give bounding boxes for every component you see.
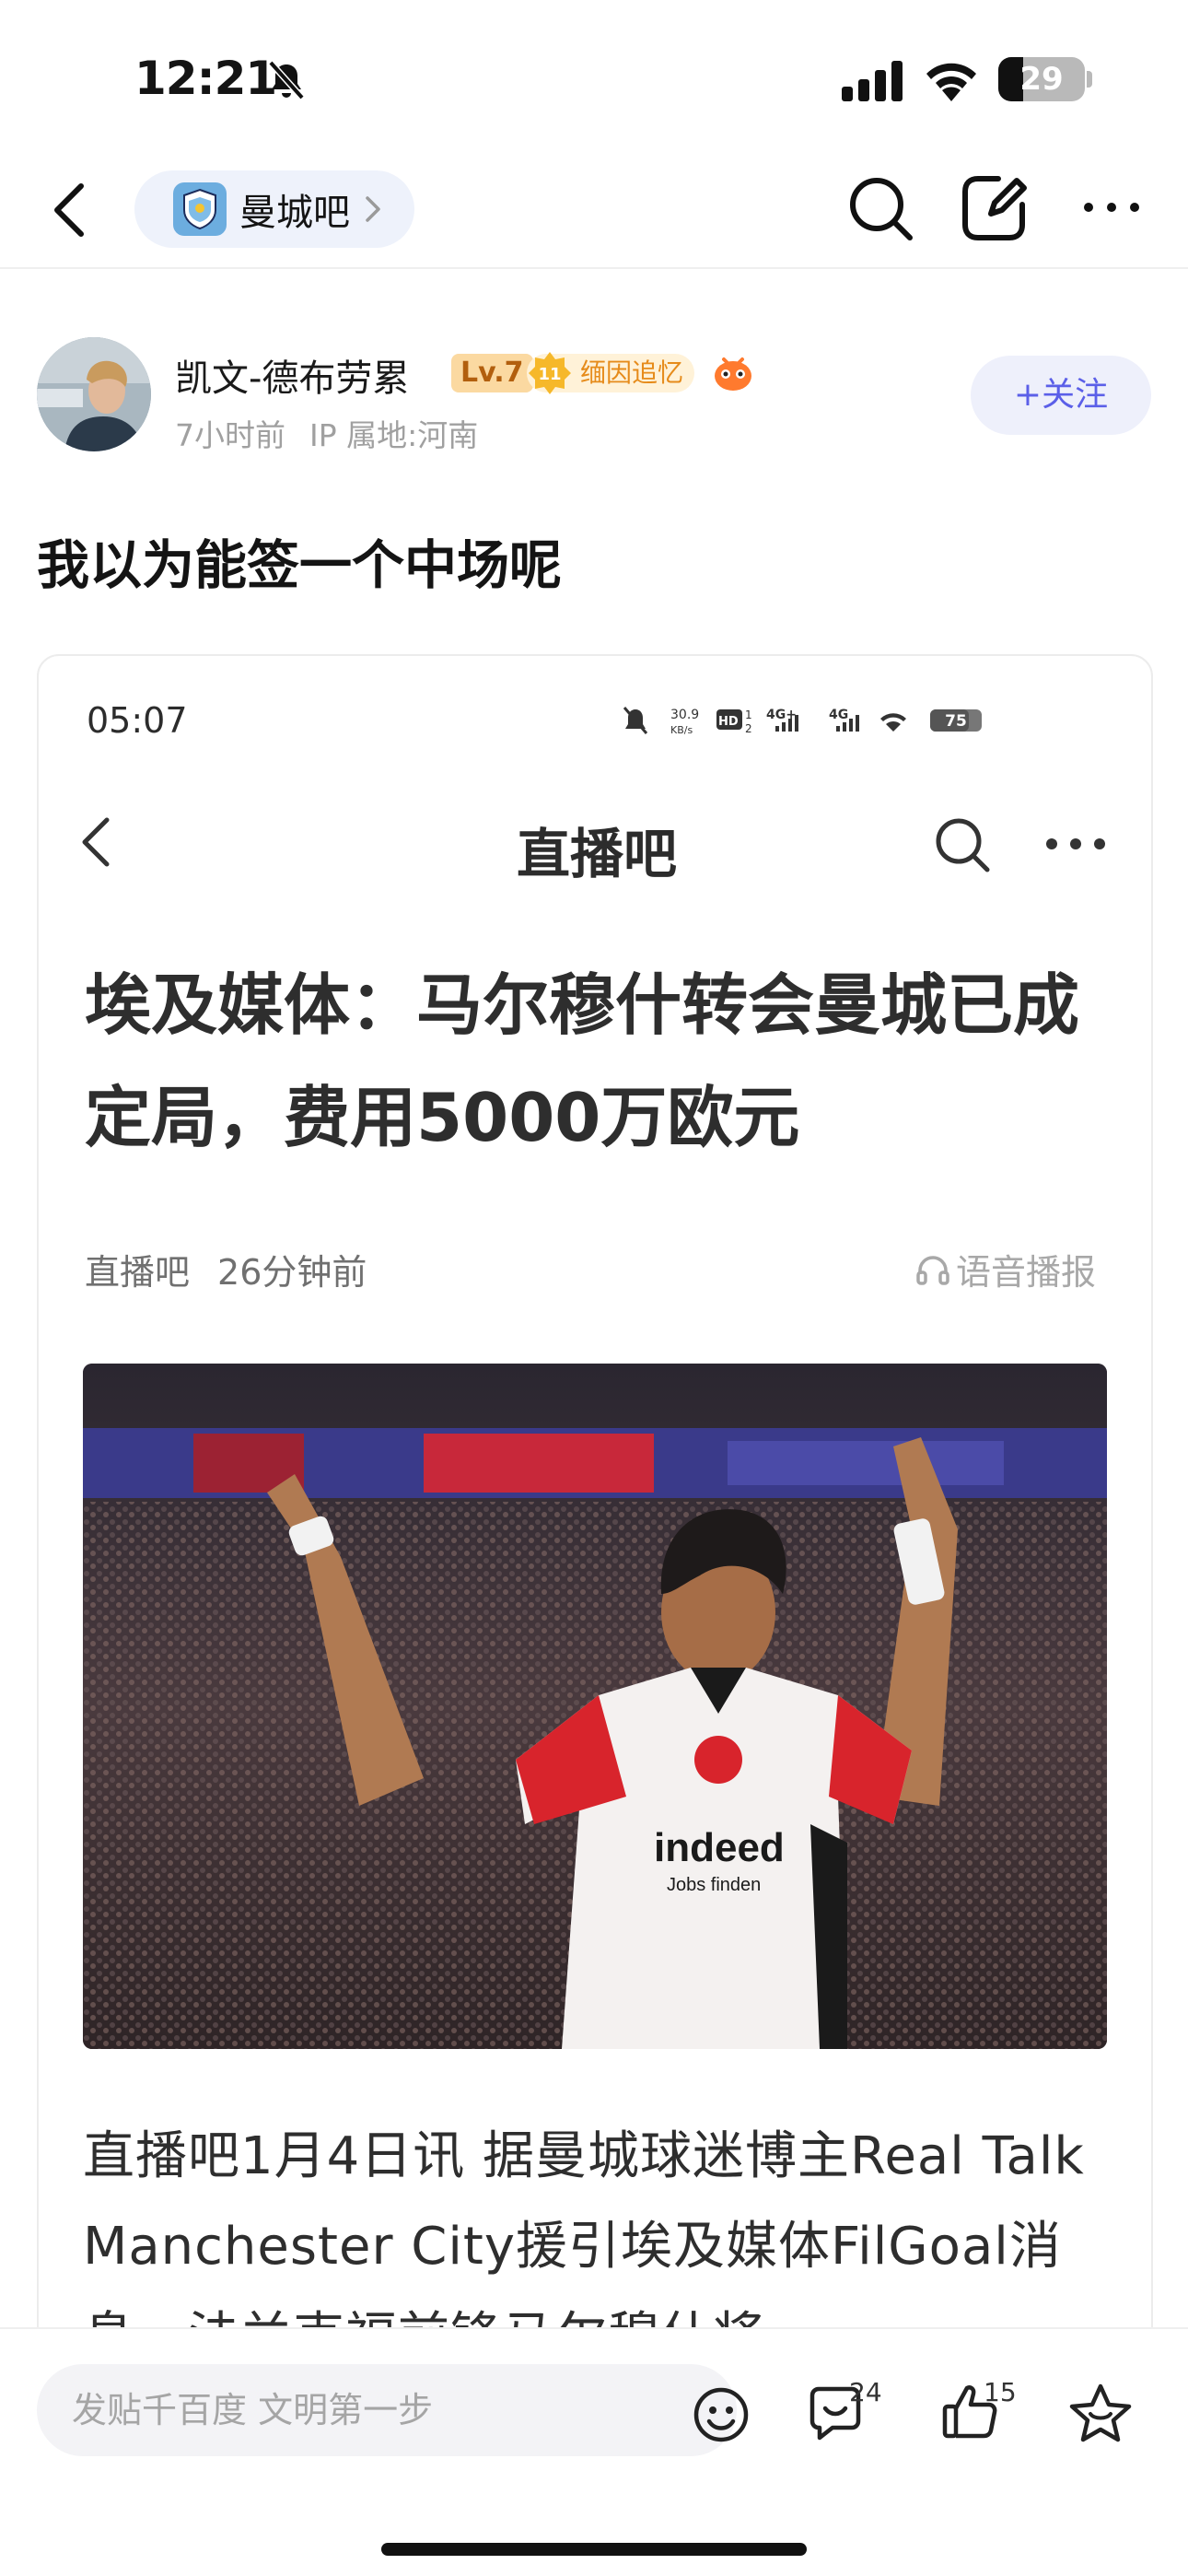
ip-location: IP 属地:河南 [309,417,479,453]
embedded-screenshot[interactable]: 05:07 30.9 KB/s HD 1 2 4G+ 4G 75 直播吧 埃及媒… [37,654,1153,2576]
svg-text:4G+: 4G+ [766,708,797,722]
comment-placeholder: 发贴千百度 文明第一步 [72,2390,434,2430]
embed-headline: 埃及媒体：马尔穆什转会曼城已成定局，费用5000万欧元 [85,966,1080,1156]
embed-voice-label: 语音播报 [956,1252,1097,1293]
author-avatar[interactable] [37,337,151,451]
embed-status-icons: 30.9 KB/s HD 1 2 4G+ 4G 75 [623,707,982,736]
battery-cap [1087,71,1092,88]
battery-icon: 29 [998,57,1085,101]
svg-text:1: 1 [745,708,752,721]
svg-text:2: 2 [745,722,752,735]
embed-net-unit: KB/s [670,724,693,736]
photo-sponsor: indeed [654,1825,785,1870]
comment-input[interactable]: 发贴千百度 文明第一步 [37,2364,749,2456]
embed-time: 26分钟前 [217,1252,367,1293]
post-meta: 7小时前 IP 属地:河南 [175,411,478,455]
battery-level: 29 [1019,61,1064,98]
post-time: 7小时前 [175,417,285,453]
more-icon[interactable] [1081,193,1142,221]
bell-off-icon [268,60,305,100]
svg-text:HD: HD [718,715,739,729]
embed-search-icon [936,818,990,872]
nav-bar: 曼城吧 [0,157,1188,269]
forum-pill[interactable]: 曼城吧 [134,170,414,248]
embed-status-time: 05:07 [87,700,188,741]
embed-net-speed: 30.9 [670,708,699,722]
level-badge: Lv.7 [451,354,533,392]
wifi-icon [926,63,976,101]
bottom-bar: 发贴千百度 文明第一步 24 15 [0,2327,1188,2576]
embed-voice-broadcast: 语音播报 [914,1244,1096,1294]
cellular-signal-icon [842,61,903,101]
reply-count: 24 [849,2377,882,2407]
search-icon[interactable] [845,173,917,245]
status-bar: 12:21 29 [0,0,1188,157]
star-icon[interactable] [1068,2383,1133,2443]
author-name[interactable]: 凯文-德布劳累 [175,348,409,402]
headphones-icon [916,1255,949,1285]
player-photo: indeed Jobs finden [83,1364,1107,2049]
post-title: 我以为能签一个中场呢 [37,535,562,596]
chevron-right-icon [366,196,380,222]
game-emoji-icon [715,357,751,391]
svg-text:4G: 4G [829,708,848,722]
embed-battery: 75 [945,712,967,731]
photo-sponsor-sub: Jobs finden [667,1875,761,1895]
fan-medal-icon: 11 [529,352,571,394]
status-time: 12:21 [134,52,277,105]
forum-name: 曼城吧 [239,192,350,234]
follow-button[interactable]: +关注 [971,356,1151,435]
manchester-city-logo-icon [173,182,227,236]
edit-post-icon[interactable] [958,171,1030,245]
fan-level: 11 [538,365,561,384]
embed-source: 直播吧 [85,1252,191,1293]
embed-source-line: 直播吧 26分钟前 [85,1244,367,1294]
embed-more-icon [1046,838,1105,849]
home-indicator [381,2543,807,2556]
like-count: 15 [984,2377,1017,2407]
emoji-icon[interactable] [693,2386,750,2443]
back-icon[interactable] [44,177,96,243]
